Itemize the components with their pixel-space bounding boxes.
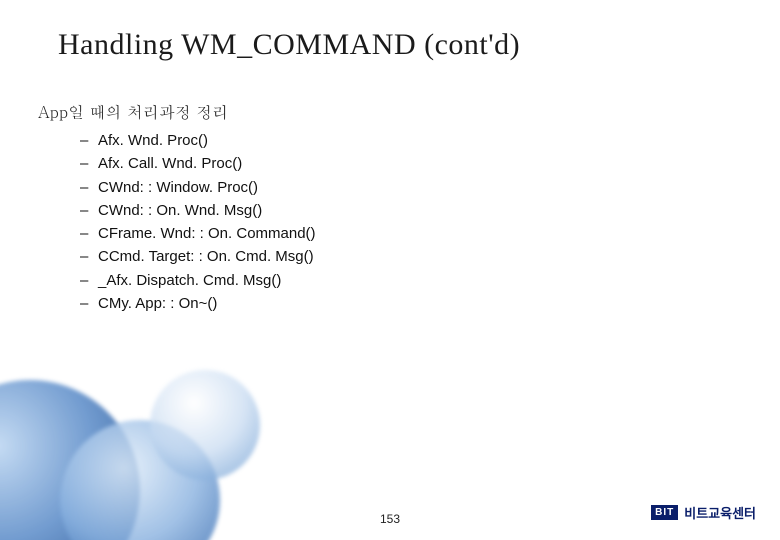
list-item: Afx. Wnd. Proc() — [80, 129, 742, 152]
brand-text: 비트교육센터 — [684, 503, 756, 522]
slide-title: Handling WM_COMMAND (cont'd) — [58, 28, 742, 62]
list-item: CWnd: : On. Wnd. Msg() — [80, 199, 742, 222]
slide-container: Handling WM_COMMAND (cont'd) App일 때의 처리과… — [0, 0, 780, 540]
procedure-list: Afx. Wnd. Proc() Afx. Call. Wnd. Proc() … — [80, 129, 742, 315]
list-item: CCmd. Target: : On. Cmd. Msg() — [80, 245, 742, 268]
list-item: CWnd: : Window. Proc() — [80, 176, 742, 199]
footer-brand: BIT 비트교육센터 — [651, 503, 756, 522]
list-item: CFrame. Wnd: : On. Command() — [80, 222, 742, 245]
section-heading: App일 때의 처리과정 정리 — [38, 100, 742, 123]
list-item: CMy. App: : On~() — [80, 292, 742, 315]
list-item: _Afx. Dispatch. Cmd. Msg() — [80, 269, 742, 292]
page-number: 153 — [380, 512, 400, 526]
list-item: Afx. Call. Wnd. Proc() — [80, 152, 742, 175]
brand-badge: BIT — [651, 505, 678, 520]
